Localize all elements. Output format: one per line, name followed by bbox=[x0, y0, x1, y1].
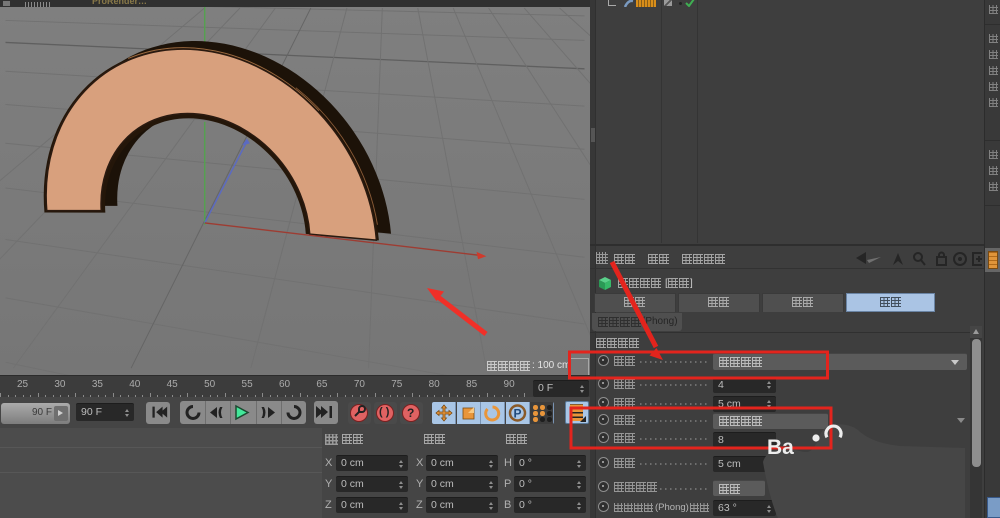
svg-text:P: P bbox=[514, 407, 522, 421]
